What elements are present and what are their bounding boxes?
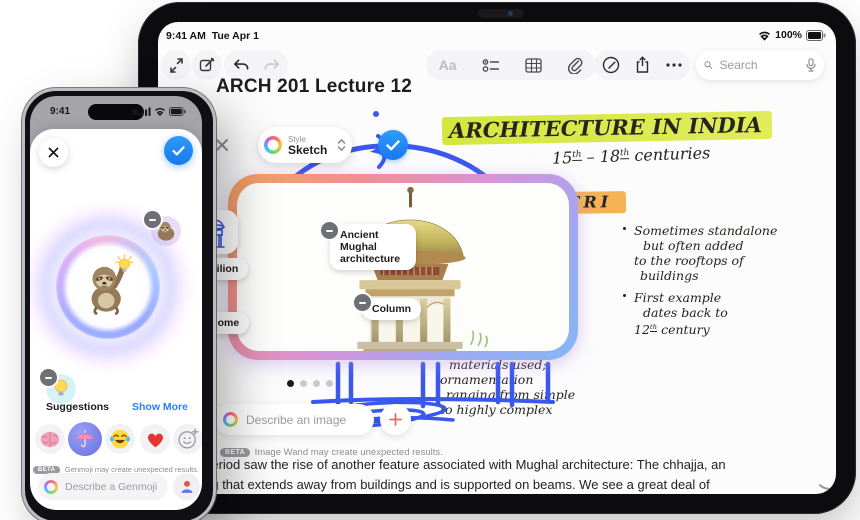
suggestion-brain[interactable]: [35, 424, 65, 454]
checklist-icon[interactable]: [482, 58, 500, 73]
share-icon[interactable]: [635, 56, 650, 74]
compose-icon: [199, 57, 215, 72]
wifi-icon: [155, 108, 165, 116]
suggestion-heart[interactable]: [140, 424, 170, 454]
image-wand-accept-button[interactable]: [378, 130, 408, 160]
show-more-link[interactable]: Show More: [132, 401, 188, 413]
ipad-status-time: 9:41 AM Tue Apr 1: [166, 30, 259, 42]
ipad-screen: 9:41 AM Tue Apr 1 100% Aa Search ARCH 20…: [158, 22, 836, 494]
genmoji-sheet: Suggestions Show More BETA Genmoji may c…: [30, 129, 202, 510]
add-emoji-icon: [178, 428, 199, 449]
format-group: Aa: [426, 50, 596, 80]
page-dots[interactable]: [284, 374, 336, 392]
umbrella-genmoji: [76, 429, 94, 448]
suggestion-laughing-crying[interactable]: [105, 424, 135, 454]
remove-tag-ancient-button[interactable]: [319, 220, 340, 241]
battery-icon: [169, 107, 186, 116]
battery-icon: [806, 29, 826, 41]
laughing-crying-emoji: [109, 429, 131, 449]
iphone-status-icons: [138, 107, 186, 116]
search-field[interactable]: [696, 50, 824, 80]
image-wand-beta-note: BETA Image Wand may create unexpected re…: [220, 442, 443, 460]
ipad-device: 9:41 AM Tue Apr 1 100% Aa Search ARCH 20…: [138, 2, 856, 514]
cellular-icon: [138, 107, 151, 116]
iphone-screen: 9:41 Suggestions Show More BETA Genmoji …: [30, 96, 202, 510]
checkmark-icon: [172, 145, 185, 155]
tools-group: [594, 50, 690, 80]
bullet-first-example: First example dates back to 12th century: [623, 290, 728, 337]
collapse-arrows-icon: [169, 57, 183, 73]
note-title: ARCH 201 Lecture 12: [216, 76, 412, 97]
markup-pen-icon[interactable]: [602, 56, 620, 74]
suggestion-umbrella-genmoji[interactable]: [68, 422, 102, 456]
paperclip-icon[interactable]: [567, 57, 583, 74]
note-body-text: s period saw the rise of another feature…: [194, 457, 726, 492]
image-wand-close-button[interactable]: [214, 137, 230, 153]
bullet-sometimes-standalone: Sometimes standalone but often added to th…: [623, 223, 777, 283]
remove-tag-column-button[interactable]: [352, 292, 373, 313]
wifi-icon: [759, 31, 771, 41]
redo-icon[interactable]: [264, 58, 281, 73]
remove-sloth-button[interactable]: [142, 209, 163, 230]
stage: 9:41 AM Tue Apr 1 100% Aa Search ARCH 20…: [0, 0, 860, 520]
iphone-device: 9:41 Suggestions Show More BETA Genmoji …: [22, 88, 216, 520]
style-picker[interactable]: Style Sketch: [258, 127, 352, 163]
search-icon: [704, 61, 713, 70]
tag-ancient-mughal[interactable]: Ancient Mughal architecture: [330, 224, 416, 270]
ipad-status-right: 100%: [758, 29, 826, 41]
style-value: Sketch: [288, 143, 328, 157]
remove-lightbulb-button[interactable]: [38, 367, 59, 388]
apple-intelligence-icon: [223, 412, 238, 427]
format-text-button[interactable]: Aa: [439, 57, 457, 73]
genmoji-close-button[interactable]: [39, 138, 68, 167]
describe-genmoji-input[interactable]: [63, 479, 162, 494]
undo-icon[interactable]: [232, 58, 249, 73]
genmoji-accept-button[interactable]: [164, 136, 193, 165]
add-image-button[interactable]: [380, 404, 411, 435]
battery-percent: 100%: [775, 29, 802, 41]
ellipsis-icon[interactable]: [666, 63, 682, 67]
describe-image-field[interactable]: [214, 404, 374, 435]
ipad-camera-dot: [508, 11, 513, 16]
apple-intelligence-icon: [44, 479, 58, 494]
color-wheel-icon: [264, 136, 282, 154]
suggestions-label: Suggestions: [46, 401, 110, 413]
iphone-status-time: 9:41: [50, 106, 71, 117]
close-icon: [48, 147, 59, 158]
table-icon[interactable]: [525, 57, 542, 73]
close-icon: [216, 139, 228, 151]
ipad-camera: [478, 9, 524, 18]
describe-genmoji-field[interactable]: [38, 473, 168, 500]
microphone-icon[interactable]: [806, 58, 816, 72]
search-input[interactable]: [717, 57, 801, 73]
beta-badge: BETA: [220, 448, 251, 457]
genmoji-preview-sloth: [91, 254, 134, 315]
handwriting-collapse-button[interactable]: [161, 50, 191, 80]
chevron-up-down-icon: [337, 139, 346, 151]
person-icon: [181, 480, 192, 493]
red-heart-emoji: [147, 433, 163, 447]
describe-image-input[interactable]: [244, 411, 365, 428]
person-genmoji-button[interactable]: [173, 473, 200, 500]
checkmark-icon: [386, 139, 400, 150]
brain-emoji: [40, 431, 60, 447]
dynamic-island: [88, 104, 144, 120]
plus-icon: [389, 413, 402, 426]
suggestion-add-emoji[interactable]: [173, 424, 202, 454]
